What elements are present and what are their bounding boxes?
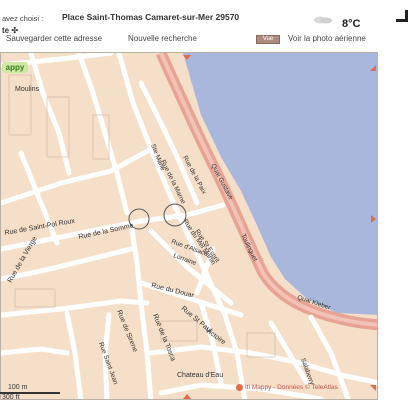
new-search-link[interactable]: Nouvelle recherche [128,34,197,43]
scale-meters: 100 m [8,384,28,391]
street-map[interactable]: Moulins Ste Marie Rue de la Marne Rue de… [0,52,378,400]
aerial-photo-link[interactable]: Voir la photo aérienne [288,34,366,43]
aerial-thumbnail[interactable]: Vue [256,35,280,44]
label-rue-du-douar: Rue du Douar [151,282,196,299]
cloud-icon [314,16,332,24]
selected-address: Place Saint-Thomas Camaret-sur-Mer 29570 [62,12,240,22]
label-chateau-deau: Chateau d'Eau [177,372,223,379]
action-bar: Sauvegarder cette adresse Nouvelle reche… [0,34,420,48]
map-footer: 100 m 300 ft Itl Mappy - Données © TeleA… [0,384,420,420]
label-rue-de-sirene: Rue de Sirene [115,309,138,353]
mappy-logo: appy [2,62,28,73]
copyright-text: Itl Mappy - Données © TeleAtlas [245,384,338,392]
scale-feet: 300 ft [2,394,20,401]
label-moulins: Moulins [15,86,40,93]
label-rue-de-la-somme: Rue de la Somme [78,222,134,241]
map-copyright: Itl Mappy - Données © TeleAtlas [236,384,338,391]
temperature: 8°C [342,18,361,30]
sea-area [183,53,377,315]
save-address-link[interactable]: Sauvegarder cette adresse [6,34,102,43]
copyright-icon [236,384,243,391]
selected-label: avez choisi : [2,14,44,23]
map-canvas: Moulins Ste Marie Rue de la Marne Rue de… [1,53,377,399]
window-corner-mark [396,10,408,22]
